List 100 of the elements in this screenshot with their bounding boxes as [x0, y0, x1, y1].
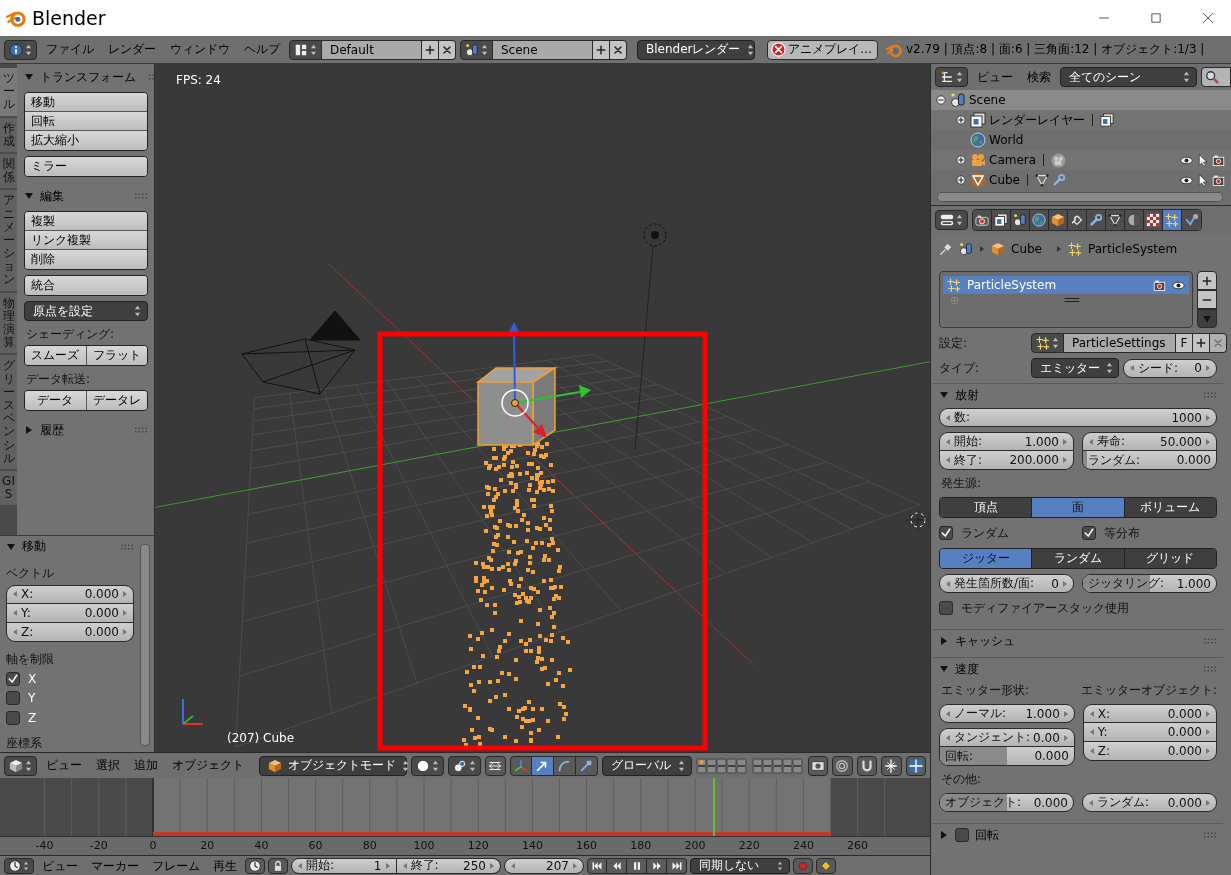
panel-title: 速度	[955, 660, 979, 678]
tool-button[interactable]: 統合	[25, 276, 147, 295]
tool-button[interactable]: 複製	[25, 212, 147, 231]
frame-number: 220	[738, 839, 760, 852]
tool-button[interactable]: 削除	[25, 250, 147, 269]
section-label: 発生源:	[940, 475, 983, 492]
frame-number: 0	[149, 839, 157, 852]
tool-button[interactable]: データレ	[86, 391, 147, 410]
tool-button[interactable]: ミラー	[25, 157, 147, 176]
tree-item-label: Cube	[989, 173, 1020, 187]
tool-button[interactable]: 移動	[25, 93, 147, 112]
number-field[interactable]: シード: 0	[1123, 358, 1217, 378]
number-field[interactable]: Y: 0.000	[1082, 723, 1217, 742]
section-label: ベクトル	[6, 564, 55, 582]
menu-item[interactable]: 選択	[91, 755, 125, 776]
slider-field[interactable]: 回転: 0.000	[939, 747, 1075, 766]
frame-ruler[interactable]: -40 -20 0 20 40 60 80 100 120 140 160 180 200 220 240 260	[0, 836, 930, 855]
number-field[interactable]: 開始: 1	[291, 857, 397, 874]
menu-item[interactable]: オブジェクト	[167, 755, 249, 776]
tool-button[interactable]: 回転	[25, 112, 147, 131]
breadcrumb-item[interactable]: ParticleSystem	[1088, 242, 1178, 256]
number-field[interactable]: 数: 1000	[939, 408, 1217, 427]
tool-button[interactable]: リンク複製	[25, 231, 147, 250]
tree-row[interactable]: Camera	[931, 150, 1231, 170]
number-field[interactable]: 開始: 1.000	[939, 432, 1074, 451]
frame-number: 160	[576, 839, 598, 852]
menu-item[interactable]: 検索	[1022, 67, 1056, 87]
checkbox-label: ランダム	[961, 524, 1009, 542]
mode-dropdown[interactable]: オブジェクトモード	[259, 755, 407, 776]
segment-button[interactable]: 面	[1032, 498, 1125, 517]
particle-settings-field[interactable]: ParticleSettings	[1064, 333, 1176, 353]
menu-item[interactable]: レンダー	[103, 39, 161, 60]
panel-title: 移動	[22, 538, 46, 556]
menu-item[interactable]: ヘルプ	[239, 39, 285, 60]
orientation-dropdown[interactable]: グローバル	[601, 755, 692, 776]
frame-number: 80	[362, 839, 377, 852]
segment-button[interactable]: ジッター	[940, 549, 1033, 568]
menu-item[interactable]: ビュー	[972, 67, 1018, 87]
render-engine-dropdown[interactable]: Blenderレンダー	[637, 39, 755, 60]
frame-number: -40	[35, 839, 54, 852]
segment-button[interactable]: ボリューム	[1124, 498, 1216, 517]
segment-button[interactable]: グリッド	[1124, 549, 1216, 568]
slider-field[interactable]: ランダム: 0.000	[1082, 451, 1217, 470]
number-field[interactable]: X: 0.000	[1082, 704, 1217, 723]
dropdown[interactable]: 原点を設定	[24, 301, 148, 321]
tool-button[interactable]: フラット	[86, 346, 147, 365]
number-field[interactable]: 終了: 250	[396, 857, 501, 874]
tree-row[interactable]: レンダーレイヤー	[931, 110, 1231, 130]
sync-dropdown[interactable]: 同期しない	[690, 857, 790, 874]
number-field[interactable]: 終了: 200.000	[939, 451, 1074, 470]
slider-field[interactable]: ジッタリング: 1.000	[1082, 574, 1217, 593]
segment-button[interactable]: ランダム	[1032, 549, 1125, 568]
number-field[interactable]: ランダム: 0.000	[1082, 793, 1217, 812]
list-item[interactable]: ParticleSystem	[943, 276, 1189, 294]
tool-button[interactable]: 拡大縮小	[25, 131, 147, 150]
section-label: 座標系	[6, 735, 43, 752]
checkbox-label: 等分布	[1104, 524, 1140, 542]
menu-item[interactable]: ファイル	[41, 39, 99, 60]
panel-title: 放射	[955, 386, 979, 404]
number-field[interactable]: 発生箇所数/面: 0	[939, 574, 1074, 593]
type-dropdown[interactable]: エミッター	[1031, 358, 1119, 378]
frame-number: 100	[413, 839, 435, 852]
field-label: タイプ:	[939, 359, 981, 377]
panel-title: 回転	[975, 826, 999, 844]
segment-button[interactable]: 頂点	[940, 498, 1033, 517]
number-field[interactable]: Z: 0.000	[1082, 742, 1217, 761]
tree-row[interactable]: Scene	[931, 90, 1231, 110]
number-field[interactable]: X: 0.000	[6, 584, 134, 604]
tool-tab[interactable]: ツール	[0, 68, 17, 116]
menu-item[interactable]: ウィンドウ	[165, 39, 235, 60]
screen-layout-field[interactable]: Default	[322, 39, 422, 60]
section-label: シェーディング:	[25, 326, 116, 343]
menu-item[interactable]: フレーム	[147, 857, 205, 874]
display-mode-dropdown[interactable]: 全てのシーン	[1060, 67, 1197, 87]
number-field[interactable]: Y: 0.000	[6, 603, 134, 623]
timeline[interactable]: -40 -20 0 20 40 60 80 100 120 140 160 180 200 220 240 260	[0, 778, 930, 855]
number-field[interactable]: 寿命: 50.000	[1082, 432, 1217, 451]
window-title: Blender	[32, 7, 106, 29]
checkbox-label: Y	[28, 691, 36, 706]
tool-button[interactable]: スムーズ	[25, 346, 87, 365]
number-field[interactable]: ノーマル: 1.000	[939, 704, 1075, 723]
menu-item[interactable]: 再生	[208, 857, 242, 874]
number-field[interactable]: タンジェント: 0.00	[939, 728, 1075, 747]
scene-field[interactable]: Scene	[493, 39, 593, 60]
menu-item[interactable]: ビュー	[41, 755, 87, 776]
tree-item-label: World	[989, 133, 1024, 147]
tool-button[interactable]: データ	[25, 391, 87, 410]
menu-item[interactable]: ビュー	[37, 857, 83, 874]
breadcrumb-item[interactable]: Cube	[1011, 242, 1042, 256]
fake-user-button[interactable]: F	[1176, 333, 1193, 353]
panel-title: キャッシュ	[955, 632, 1015, 650]
menu-item[interactable]: マーカー	[86, 857, 144, 874]
number-field[interactable]: 207	[504, 857, 584, 874]
3d-viewport[interactable]: FPS: 24 (207) Cube	[155, 64, 930, 752]
frame-number: -20	[89, 839, 108, 852]
frame-number: 200	[684, 839, 706, 852]
slider-field[interactable]: オブジェクト: 0.000	[939, 793, 1074, 812]
frame-number: 60	[308, 839, 323, 852]
playback-button[interactable]: アニメプレイ…	[767, 39, 878, 60]
menu-item[interactable]: 追加	[129, 755, 163, 776]
